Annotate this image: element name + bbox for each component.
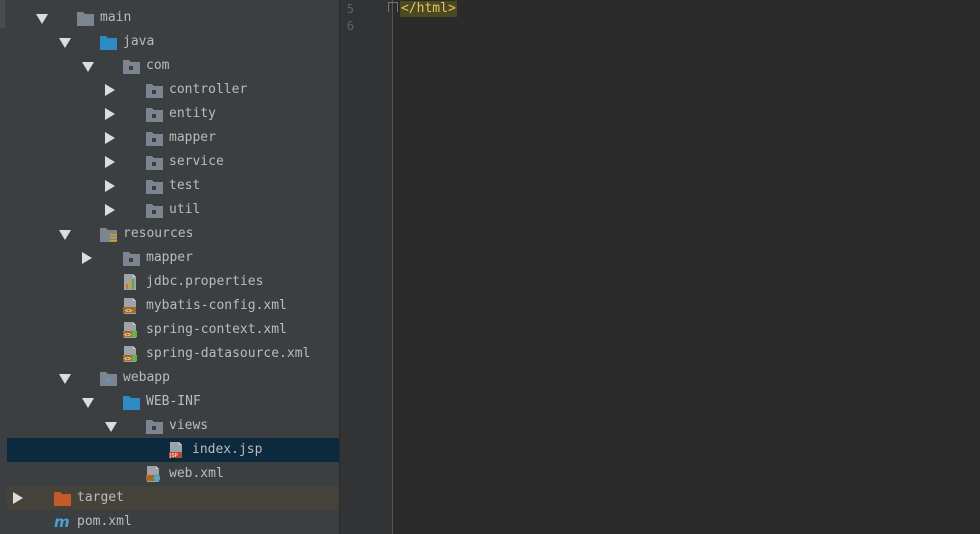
svg-text:<>: <> [125, 308, 133, 315]
code-editor[interactable]: 5 6 </html> [340, 0, 980, 534]
tree-item-jdbc-properties[interactable]: jdbc.properties [7, 270, 339, 294]
tree-item-service[interactable]: service [7, 150, 339, 174]
tree-item-web-inf[interactable]: WEB-INF [7, 390, 339, 414]
folder-resources-icon [100, 227, 117, 242]
tree-item-resources[interactable]: resources [7, 222, 339, 246]
tree-item-web-xml[interactable]: web.xml [7, 462, 339, 486]
tree-item-label: resources [123, 226, 194, 241]
tree-item-label: mybatis-config.xml [146, 298, 287, 313]
code-line-5[interactable]: </html> [400, 1, 457, 17]
file-xml-icon: <> [123, 298, 137, 315]
svg-text:m: m [54, 514, 70, 530]
folder-package-icon [123, 251, 140, 266]
project-tool-tab[interactable] [0, 0, 5, 28]
tree-item-webapp[interactable]: webapp [7, 366, 339, 390]
tree-item-label: mapper [146, 250, 193, 265]
ide-window: main java com controller entity mapper service… [0, 0, 980, 534]
svg-text:JSP: JSP [169, 453, 178, 458]
tree-item-pom-xml[interactable]: m pom.xml [7, 510, 339, 534]
file-spring-xml-icon: <> [123, 322, 139, 339]
tree-item-controller[interactable]: controller [7, 78, 339, 102]
tree-item-util[interactable]: util [7, 198, 339, 222]
chevron-down-icon[interactable] [82, 62, 94, 72]
folder-package-icon [146, 83, 163, 98]
tree-item-main[interactable]: main [7, 6, 339, 30]
tree-item-label: service [169, 154, 224, 169]
folder-web-icon [100, 371, 117, 386]
tree-item-index-jsp[interactable]: JSP index.jsp [7, 438, 339, 462]
chevron-right-icon[interactable] [105, 180, 115, 192]
project-tree-panel[interactable]: main java com controller entity mapper service… [7, 0, 339, 534]
tree-item-spring-context-xml[interactable]: <> spring-context.xml [7, 318, 339, 342]
tree-item-mybatis-config-xml[interactable]: <> mybatis-config.xml [7, 294, 339, 318]
tree-item-com[interactable]: com [7, 54, 339, 78]
tree-item-label: util [169, 202, 201, 217]
chevron-down-icon[interactable] [105, 422, 117, 432]
tree-item-label: mapper [169, 130, 216, 145]
tree-item-target[interactable]: target [7, 486, 339, 510]
folder-package-icon [146, 419, 163, 434]
chevron-right-icon[interactable] [105, 156, 115, 168]
tree-item-label: spring-datasource.xml [146, 346, 311, 361]
chevron-right-icon[interactable] [13, 492, 23, 504]
folder-blue-icon [123, 395, 140, 410]
tree-item-label: pom.xml [77, 514, 132, 529]
tree-item-label: main [100, 10, 132, 25]
tree-item-views[interactable]: views [7, 414, 339, 438]
svg-text:<>: <> [124, 356, 132, 363]
folder-package-icon [146, 107, 163, 122]
tree-item-label: views [169, 418, 209, 433]
tree-item-mapper[interactable]: mapper [7, 126, 339, 150]
tree-item-label: com [146, 58, 170, 73]
tree-item-label: spring-context.xml [146, 322, 287, 337]
folder-package-icon [146, 179, 163, 194]
editor-gutter: 5 6 [340, 0, 398, 534]
file-properties-icon [123, 274, 137, 290]
line-number-6: 6 [346, 19, 354, 33]
tree-item-label: controller [169, 82, 248, 97]
tree-item-mapper[interactable]: mapper [7, 246, 339, 270]
file-webxml-icon [146, 466, 161, 482]
fold-end-icon[interactable] [388, 2, 398, 12]
svg-text:<>: <> [124, 332, 132, 339]
tree-item-label: webapp [123, 370, 170, 385]
tree-item-label: index.jsp [192, 442, 263, 457]
chevron-down-icon[interactable] [36, 14, 48, 24]
chevron-down-icon[interactable] [59, 38, 71, 48]
tree-item-entity[interactable]: entity [7, 102, 339, 126]
folder-blue-icon [100, 35, 117, 50]
tree-item-label: entity [169, 106, 216, 121]
chevron-down-icon[interactable] [82, 398, 94, 408]
tree-item-label: jdbc.properties [146, 274, 264, 289]
folder-orange-icon [54, 491, 71, 506]
line-number-5: 5 [346, 2, 354, 16]
folder-package-icon [146, 131, 163, 146]
chevron-right-icon[interactable] [82, 252, 92, 264]
chevron-right-icon[interactable] [105, 108, 115, 120]
file-maven-icon: m [54, 513, 70, 531]
chevron-right-icon[interactable] [105, 204, 115, 216]
chevron-down-icon[interactable] [59, 230, 71, 240]
folder-package-icon [123, 59, 140, 74]
tree-item-label: target [77, 490, 124, 505]
tree-item-label: WEB-INF [146, 394, 201, 409]
tree-item-spring-datasource-xml[interactable]: <> spring-datasource.xml [7, 342, 339, 366]
chevron-down-icon[interactable] [59, 374, 71, 384]
file-spring-xml-icon: <> [123, 346, 139, 363]
tree-item-label: test [169, 178, 201, 193]
tree-item-test[interactable]: test [7, 174, 339, 198]
tree-item-label: java [123, 34, 155, 49]
tree-item-java[interactable]: java [7, 30, 339, 54]
folder-gray-icon [77, 11, 94, 26]
folder-package-icon [146, 203, 163, 218]
file-jsp-icon: JSP [169, 442, 183, 459]
tree-item-label: web.xml [169, 466, 224, 481]
chevron-right-icon[interactable] [105, 132, 115, 144]
chevron-right-icon[interactable] [105, 84, 115, 96]
folder-package-icon [146, 155, 163, 170]
